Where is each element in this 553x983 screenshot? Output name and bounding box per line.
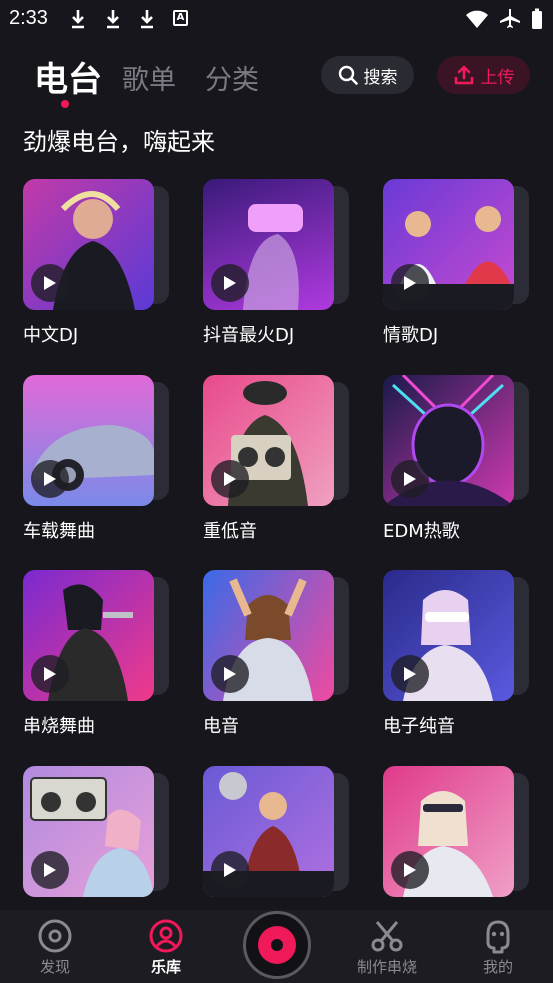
card-label: 车载舞曲 <box>23 521 95 542</box>
play-icon <box>44 667 56 681</box>
nav-profile[interactable]: 我的 <box>448 910 548 983</box>
play-button[interactable] <box>211 264 249 302</box>
play-button[interactable] <box>391 460 429 498</box>
card-label: 中文DJ <box>23 325 79 346</box>
radio-card[interactable]: 电音 <box>203 570 353 737</box>
play-icon <box>44 276 56 290</box>
play-button[interactable] <box>31 655 69 693</box>
play-button[interactable] <box>31 264 69 302</box>
record-icon <box>258 926 296 964</box>
radio-card[interactable]: EDM热歌 <box>383 375 533 542</box>
play-button[interactable] <box>211 655 249 693</box>
card-label: 电音 <box>203 716 239 737</box>
play-icon <box>404 667 416 681</box>
nav-label: 发现 <box>39 958 70 976</box>
play-icon <box>404 472 416 486</box>
radio-card[interactable]: 电子纯音 <box>383 570 533 737</box>
radio-card[interactable] <box>23 766 173 926</box>
nav-label: 我的 <box>482 958 513 976</box>
radio-grid: 中文DJ 抖音最火DJ 情歌DJ 车载舞曲 重低音 EDM热歌 串烧舞曲 电音 … <box>0 0 553 983</box>
play-button[interactable] <box>391 655 429 693</box>
card-label: 情歌DJ <box>383 325 439 346</box>
play-icon <box>44 863 56 877</box>
nav-make-mix[interactable]: 制作串烧 <box>337 910 437 983</box>
play-icon <box>224 276 236 290</box>
nav-library[interactable]: 乐库 <box>116 910 216 983</box>
play-button[interactable] <box>391 264 429 302</box>
play-icon <box>224 863 236 877</box>
library-icon <box>149 919 183 953</box>
radio-card[interactable] <box>383 766 533 926</box>
play-button[interactable] <box>31 460 69 498</box>
play-icon <box>224 472 236 486</box>
radio-card[interactable]: 重低音 <box>203 375 353 542</box>
card-label: 串烧舞曲 <box>23 716 95 737</box>
radio-card[interactable]: 抖音最火DJ <box>203 179 353 346</box>
radio-card[interactable] <box>203 766 353 926</box>
scissors-icon <box>371 921 403 952</box>
radio-card[interactable]: 情歌DJ <box>383 179 533 346</box>
play-button[interactable] <box>391 851 429 889</box>
play-icon <box>44 472 56 486</box>
radio-card[interactable]: 中文DJ <box>23 179 173 346</box>
play-icon <box>224 667 236 681</box>
center-record-button[interactable] <box>243 911 311 979</box>
play-icon <box>404 863 416 877</box>
radio-card[interactable]: 车载舞曲 <box>23 375 173 542</box>
profile-icon <box>486 920 510 954</box>
nav-discover[interactable]: 发现 <box>5 910 105 983</box>
card-label: 电子纯音 <box>383 716 455 737</box>
radio-card[interactable]: 串烧舞曲 <box>23 570 173 737</box>
card-label: EDM热歌 <box>383 521 460 542</box>
play-button[interactable] <box>211 460 249 498</box>
play-button[interactable] <box>31 851 69 889</box>
nav-label: 制作串烧 <box>356 958 417 976</box>
disc-icon <box>38 919 72 953</box>
card-label: 重低音 <box>203 521 257 542</box>
play-button[interactable] <box>211 851 249 889</box>
play-icon <box>404 276 416 290</box>
nav-label: 乐库 <box>150 958 181 976</box>
card-label: 抖音最火DJ <box>203 325 295 346</box>
